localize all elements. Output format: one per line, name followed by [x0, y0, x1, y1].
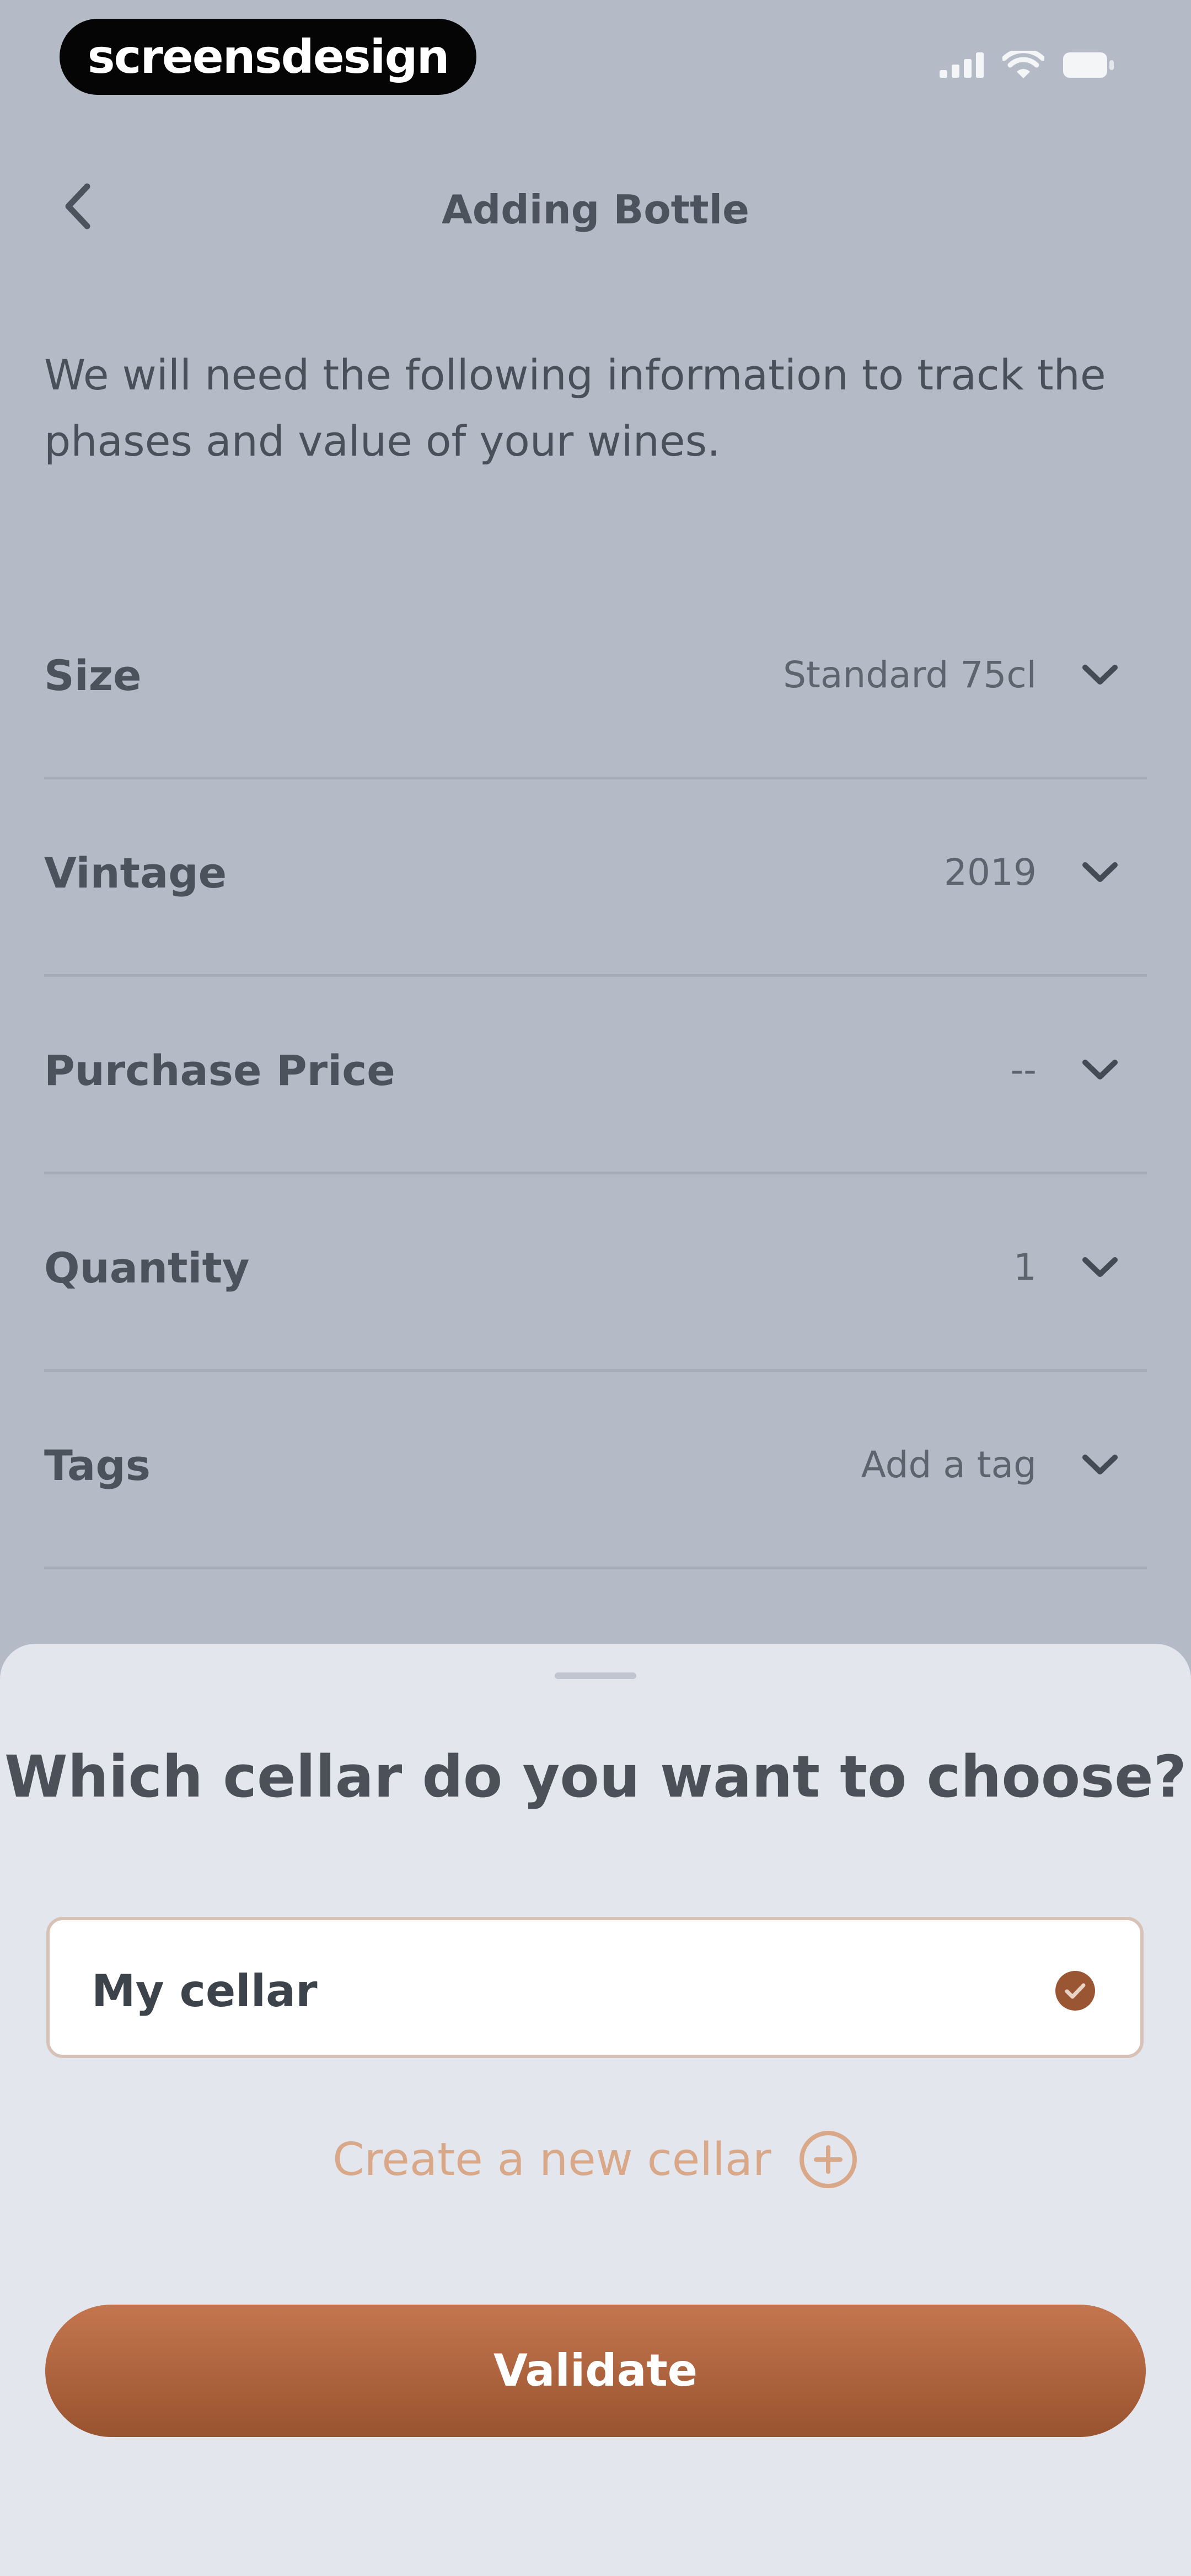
quantity-row[interactable]: Quantity 1: [44, 1172, 1147, 1372]
quantity-label: Quantity: [44, 1243, 250, 1292]
vintage-label: Vintage: [44, 848, 227, 897]
chevron-down-icon: [1082, 1060, 1118, 1079]
create-new-cellar-label: Create a new cellar: [332, 2133, 771, 2186]
wifi-icon: [1002, 51, 1044, 78]
tags-row[interactable]: Tags Add a tag: [44, 1369, 1147, 1569]
sheet-grabber[interactable]: [555, 1672, 636, 1679]
vintage-row[interactable]: Vintage 2019: [44, 777, 1147, 977]
chevron-down-icon: [1082, 862, 1118, 882]
create-new-cellar-link[interactable]: Create a new cellar: [0, 2129, 1191, 2190]
size-value: Standard 75cl: [783, 654, 1037, 696]
chevron-down-icon: [1082, 1257, 1118, 1277]
status-bar: screensdesign: [0, 0, 1191, 110]
brand-logo: screensdesign: [60, 19, 476, 95]
chevron-down-icon: [1082, 1455, 1118, 1474]
intro-text: We will need the following information t…: [44, 350, 1106, 466]
battery-icon: [1063, 52, 1114, 78]
purchase-price-value: --: [1010, 1049, 1037, 1091]
nav-bar: Adding Bottle: [0, 165, 1191, 254]
purchase-price-row[interactable]: Purchase Price --: [44, 974, 1147, 1174]
cellar-option-my-cellar[interactable]: My cellar: [46, 1917, 1144, 2058]
quantity-value: 1: [1013, 1246, 1037, 1289]
sheet-title: Which cellar do you want to choose?: [4, 1743, 1187, 1810]
validate-button[interactable]: Validate: [45, 2305, 1146, 2437]
signal-icon: [940, 52, 984, 78]
size-label: Size: [44, 651, 142, 700]
check-circle-icon: [1055, 1971, 1095, 2011]
cellar-picker-sheet: Which cellar do you want to choose? My c…: [0, 1644, 1191, 2576]
chevron-down-icon: [1082, 665, 1118, 685]
size-row[interactable]: Size Standard 75cl: [44, 579, 1147, 779]
cellar-option-label: My cellar: [92, 1965, 318, 2017]
page-title: Adding Bottle: [441, 186, 750, 233]
vintage-value: 2019: [944, 851, 1037, 894]
tags-label: Tags: [44, 1441, 151, 1490]
status-icons: [940, 51, 1114, 79]
purchase-price-label: Purchase Price: [44, 1046, 395, 1095]
tags-value: Add a tag: [861, 1444, 1037, 1486]
plus-circle-icon: [799, 2131, 857, 2188]
